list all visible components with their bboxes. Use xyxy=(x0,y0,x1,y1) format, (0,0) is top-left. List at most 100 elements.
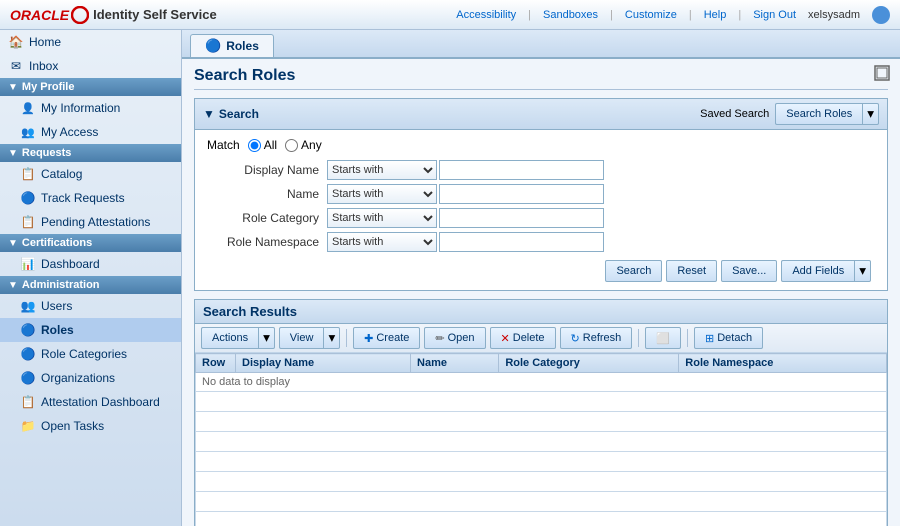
match-all-radio[interactable] xyxy=(248,139,261,152)
sign-out-link[interactable]: Sign Out xyxy=(753,9,796,21)
sidebar-item-pending-attestations-label: Pending Attestations xyxy=(41,215,150,229)
sidebar-section-administration[interactable]: ▼ Administration xyxy=(0,276,181,294)
col-display-name[interactable]: Display Name xyxy=(236,354,411,373)
display-name-operator[interactable]: Starts with xyxy=(327,160,437,180)
save-button[interactable]: Save... xyxy=(721,260,777,282)
header: ORACLE Identity Self Service Accessibili… xyxy=(0,0,900,30)
help-link[interactable]: Help xyxy=(704,9,727,21)
sidebar-item-pending-attestations[interactable]: 📋 Pending Attestations xyxy=(0,210,181,234)
col-row: Row xyxy=(196,354,236,373)
sidebar-section-requests[interactable]: ▼ Requests xyxy=(0,144,181,162)
requests-arrow: ▼ xyxy=(8,148,18,159)
layout: 🏠 Home ✉ Inbox ▼ My Profile 👤 My Informa… xyxy=(0,30,900,526)
name-label: Name xyxy=(207,187,327,201)
detach-button[interactable]: ⊞ Detach xyxy=(694,327,763,349)
match-all-text: All xyxy=(264,138,277,152)
match-any-label[interactable]: Any xyxy=(285,138,322,152)
customize-link[interactable]: Customize xyxy=(625,9,677,21)
results-panel: Search Results Actions ▾ View ▾ ✚ Create xyxy=(194,299,888,526)
saved-search-arrow-button[interactable]: ▾ xyxy=(862,103,879,125)
refresh-button[interactable]: ↻ Refresh xyxy=(560,327,633,349)
sidebar-item-inbox[interactable]: ✉ Inbox xyxy=(0,54,181,78)
create-button[interactable]: ✚ Create xyxy=(353,327,420,349)
sidebar-item-attestation-dashboard[interactable]: 📋 Attestation Dashboard xyxy=(0,390,181,414)
match-any-radio[interactable] xyxy=(285,139,298,152)
sidebar-item-home[interactable]: 🏠 Home xyxy=(0,30,181,54)
roles-tab[interactable]: 🔵 Roles xyxy=(190,34,274,57)
sidebar-item-role-categories[interactable]: 🔵 Role Categories xyxy=(0,342,181,366)
actions-button[interactable]: Actions xyxy=(201,327,258,349)
results-header: Search Results xyxy=(195,300,887,324)
sidebar-section-my-profile[interactable]: ▼ My Profile xyxy=(0,78,181,96)
oracle-text: ORACLE xyxy=(10,7,69,23)
sidebar-item-catalog[interactable]: 📋 Catalog xyxy=(0,162,181,186)
role-namespace-input[interactable] xyxy=(439,232,604,252)
search-panel-title: ▼ Search xyxy=(203,107,259,121)
saved-search-label: Saved Search xyxy=(700,108,769,120)
sidebar-item-users[interactable]: 👥 Users xyxy=(0,294,181,318)
table-row-empty-2 xyxy=(196,412,887,432)
no-data-cell: No data to display xyxy=(196,373,887,392)
role-namespace-row: Role Namespace Starts with xyxy=(207,232,875,252)
toolbar-sep-2 xyxy=(638,329,639,347)
app-title: Identity Self Service xyxy=(93,7,217,22)
main-content: 🔵 Roles Search Roles ▼ Search Saved Sear… xyxy=(182,30,900,526)
col-role-category[interactable]: Role Category xyxy=(499,354,679,373)
delete-button[interactable]: ✕ Delete xyxy=(490,327,556,349)
sidebar-item-open-tasks[interactable]: 📁 Open Tasks xyxy=(0,414,181,438)
administration-label: Administration xyxy=(22,279,100,291)
view-split[interactable]: View ▾ xyxy=(279,327,340,349)
sidebar-item-roles[interactable]: 🔵 Roles xyxy=(0,318,181,342)
saved-search-dropdown[interactable]: Search Roles ▾ xyxy=(775,103,879,125)
role-category-label: Role Category xyxy=(207,211,327,225)
name-input[interactable] xyxy=(439,184,604,204)
roles-icon: 🔵 xyxy=(20,322,36,338)
track-requests-icon: 🔵 xyxy=(20,190,36,206)
sidebar-item-attestation-dashboard-label: Attestation Dashboard xyxy=(41,395,160,409)
table-row-empty-3 xyxy=(196,432,887,452)
view-arrow-button[interactable]: ▾ xyxy=(323,327,340,349)
maximize-icon xyxy=(874,65,890,81)
reset-button[interactable]: Reset xyxy=(666,260,717,282)
create-icon: ✚ xyxy=(364,332,373,345)
sandboxes-link[interactable]: Sandboxes xyxy=(543,9,598,21)
search-collapse-arrow[interactable]: ▼ xyxy=(203,107,215,121)
search-form: Match All Any Display Name S xyxy=(195,130,887,290)
add-fields-split[interactable]: Add Fields ▾ xyxy=(781,260,871,282)
add-fields-arrow-button[interactable]: ▾ xyxy=(854,260,871,282)
search-button[interactable]: Search xyxy=(605,260,662,282)
view-button[interactable]: View xyxy=(279,327,324,349)
col-name[interactable]: Name xyxy=(411,354,499,373)
table-row-empty-6 xyxy=(196,492,887,512)
home-icon: 🏠 xyxy=(8,34,24,50)
display-name-input[interactable] xyxy=(439,160,604,180)
sidebar-item-my-access[interactable]: 👥 My Access xyxy=(0,120,181,144)
actions-split[interactable]: Actions ▾ xyxy=(201,327,275,349)
col-role-namespace[interactable]: Role Namespace xyxy=(679,354,887,373)
name-operator[interactable]: Starts with xyxy=(327,184,437,204)
add-fields-button[interactable]: Add Fields xyxy=(781,260,854,282)
sidebar-item-organizations[interactable]: 🔵 Organizations xyxy=(0,366,181,390)
page-title: Search Roles xyxy=(194,67,888,90)
sidebar-section-certifications[interactable]: ▼ Certifications xyxy=(0,234,181,252)
sidebar-item-my-information[interactable]: 👤 My Information xyxy=(0,96,181,120)
actions-arrow-button[interactable]: ▾ xyxy=(258,327,275,349)
administration-arrow: ▼ xyxy=(8,280,18,291)
delete-icon: ✕ xyxy=(501,332,510,345)
maximize-button[interactable] xyxy=(874,65,890,84)
sidebar-item-inbox-label: Inbox xyxy=(29,59,58,73)
role-category-operator[interactable]: Starts with xyxy=(327,208,437,228)
role-category-input[interactable] xyxy=(439,208,604,228)
export-button[interactable]: ⬜ xyxy=(645,327,681,349)
sidebar-item-dashboard[interactable]: 📊 Dashboard xyxy=(0,252,181,276)
dashboard-icon: 📊 xyxy=(20,256,36,272)
sidebar-item-track-requests[interactable]: 🔵 Track Requests xyxy=(0,186,181,210)
open-button[interactable]: ✏ Open xyxy=(424,327,485,349)
match-all-label[interactable]: All xyxy=(248,138,277,152)
results-toolbar: Actions ▾ View ▾ ✚ Create ✏ Open xyxy=(195,324,887,353)
accessibility-link[interactable]: Accessibility xyxy=(456,9,516,21)
table-row-empty-7 xyxy=(196,512,887,526)
saved-search-button[interactable]: Search Roles xyxy=(775,103,862,125)
tab-bar: 🔵 Roles xyxy=(182,30,900,59)
role-namespace-operator[interactable]: Starts with xyxy=(327,232,437,252)
